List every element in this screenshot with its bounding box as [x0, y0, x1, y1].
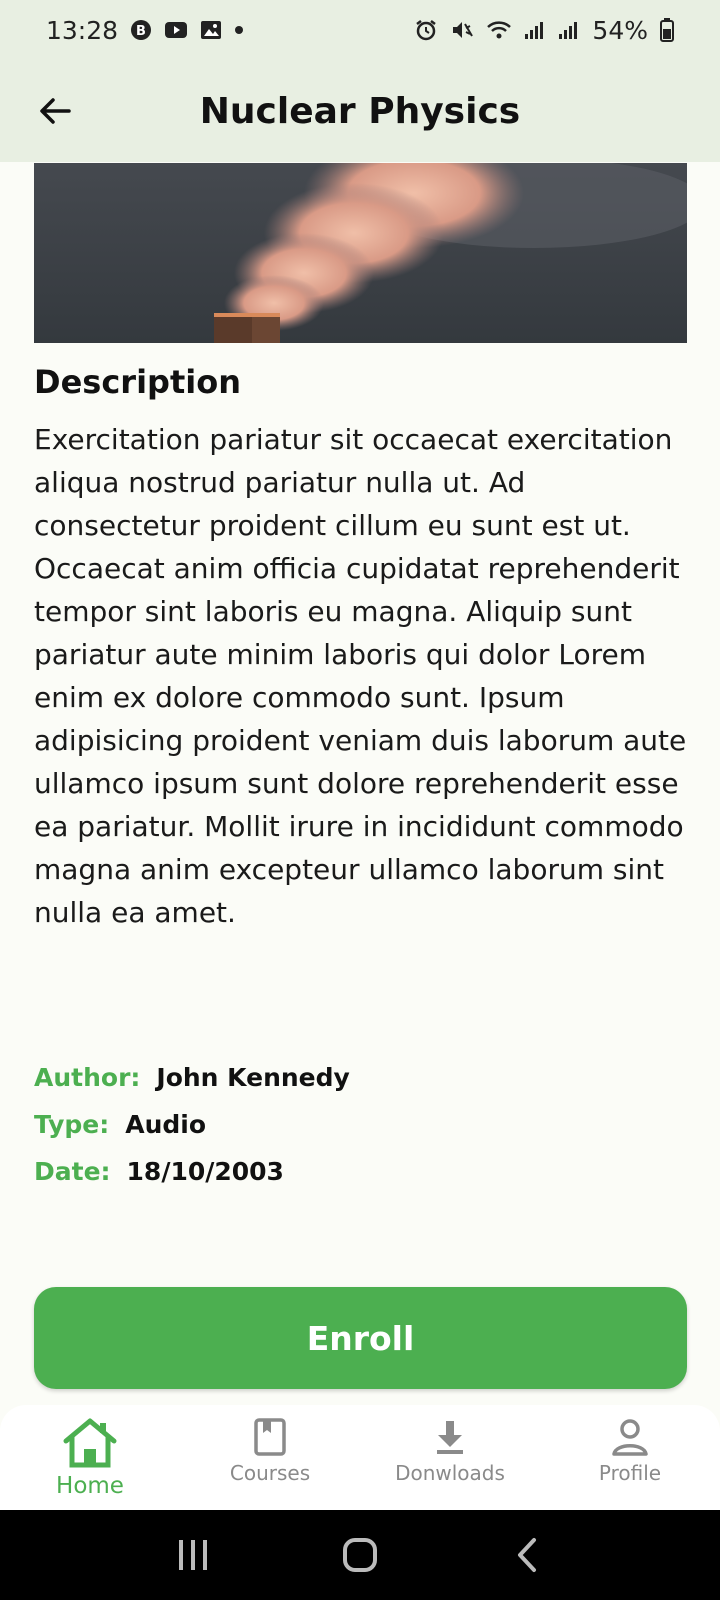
alarm-icon — [414, 18, 438, 42]
nav-label-profile: Profile — [598, 1461, 662, 1485]
back-button[interactable] — [30, 86, 80, 136]
status-right: 54% — [414, 16, 674, 45]
type-value: Audio — [125, 1110, 207, 1139]
nav-label-downloads: Donwloads — [395, 1461, 505, 1485]
date-row: Date: 18/10/2003 — [34, 1157, 694, 1186]
nav-item-home[interactable]: Home — [0, 1405, 180, 1510]
system-nav-bar — [0, 1510, 720, 1600]
signal-icon — [558, 20, 580, 40]
author-value: John Kennedy — [156, 1063, 350, 1092]
type-label: Type: — [34, 1110, 110, 1139]
arrow-left-icon — [40, 98, 71, 124]
nav-item-downloads[interactable]: Donwloads — [360, 1405, 540, 1510]
description-title: Description — [34, 363, 241, 401]
home-circle-icon — [342, 1538, 377, 1572]
download-icon — [437, 1421, 463, 1454]
status-bar: 13:28 B 54% — [0, 0, 720, 60]
status-left: 13:28 B — [46, 16, 244, 45]
chevron-left-icon — [517, 1538, 536, 1572]
description-text: Exercitation pariatur sit occaecat exerc… — [34, 423, 687, 929]
enroll-button[interactable]: Enroll — [34, 1287, 687, 1389]
wifi-icon — [486, 19, 512, 41]
author-row: Author: John Kennedy — [34, 1063, 694, 1092]
bottom-nav: Home Courses Donwloads Profile — [0, 1405, 720, 1510]
person-icon — [612, 1419, 648, 1456]
back-system-button[interactable] — [497, 1525, 557, 1585]
date-label: Date: — [34, 1157, 111, 1186]
book-icon — [254, 1418, 286, 1456]
clock: 13:28 — [46, 15, 119, 45]
nav-item-profile[interactable]: Profile — [540, 1405, 720, 1510]
author-label: Author: — [34, 1063, 141, 1092]
type-row: Type: Audio — [34, 1110, 694, 1139]
dot-icon — [234, 25, 244, 35]
date-value: 18/10/2003 — [126, 1157, 284, 1186]
recents-button[interactable] — [163, 1525, 223, 1585]
signal-icon — [524, 20, 546, 40]
home-icon — [63, 1418, 117, 1468]
b-app-icon: B — [130, 19, 152, 41]
home-system-button[interactable] — [330, 1525, 390, 1585]
nav-label-home: Home — [56, 1473, 124, 1499]
page-title: Nuclear Physics — [199, 90, 521, 132]
course-image — [34, 163, 687, 343]
svg-text:B: B — [136, 24, 146, 39]
nav-item-courses[interactable]: Courses — [180, 1405, 360, 1510]
youtube-icon — [164, 20, 188, 40]
app-bar: Nuclear Physics — [0, 60, 720, 162]
recents-icon — [179, 1540, 208, 1570]
mute-icon — [450, 18, 474, 42]
battery-icon — [660, 18, 674, 42]
battery-percent: 54% — [592, 15, 648, 45]
gallery-icon — [200, 20, 222, 40]
nav-label-courses: Courses — [229, 1461, 311, 1485]
